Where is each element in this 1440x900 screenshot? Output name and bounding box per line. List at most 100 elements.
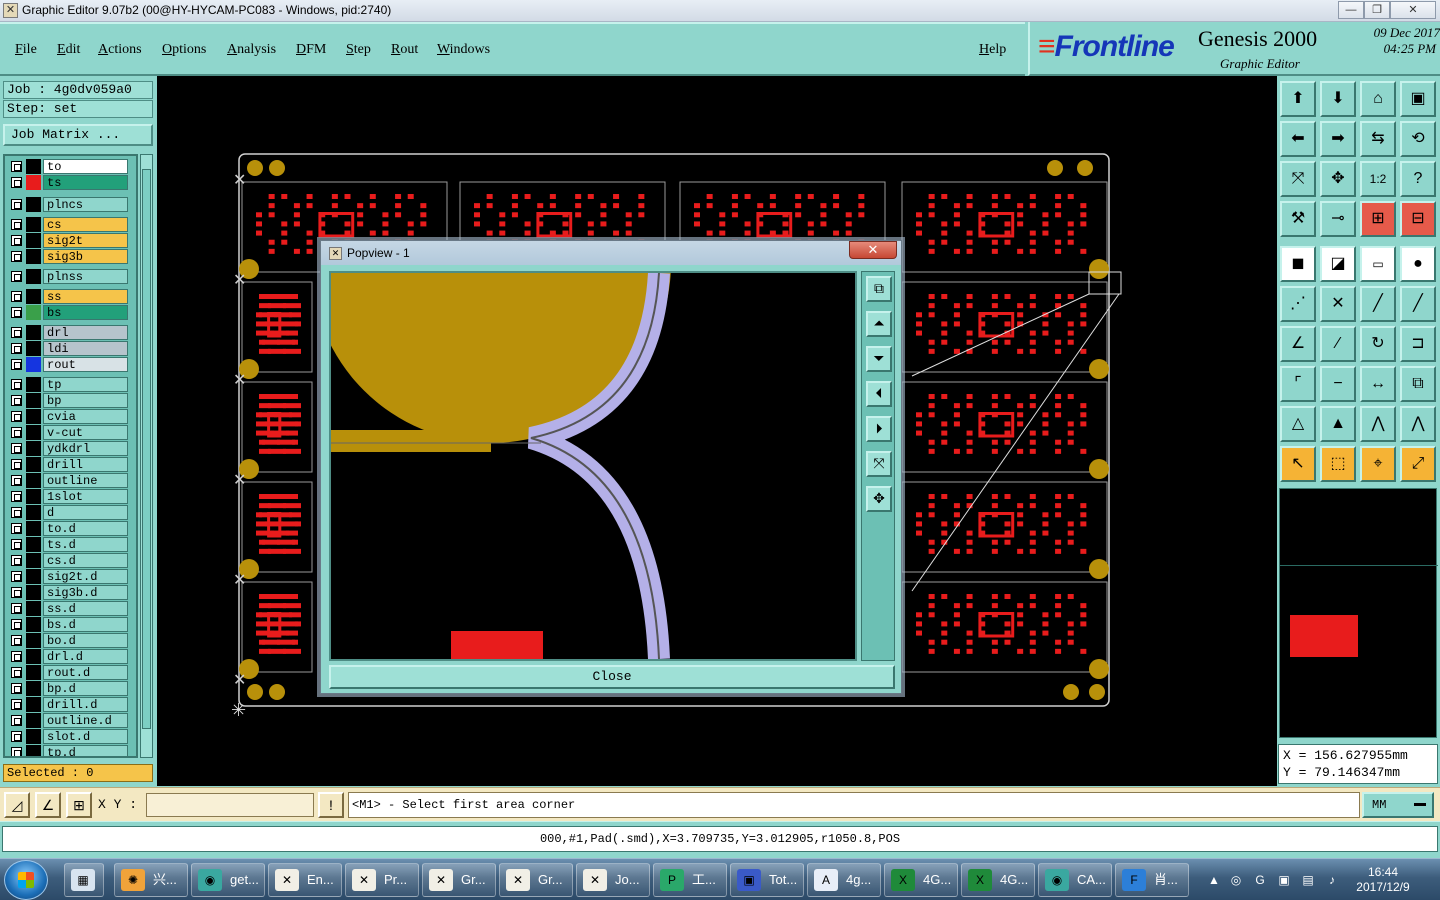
layer-name[interactable]: d [43, 505, 128, 520]
layer-row-rout.d[interactable]: rout.d [7, 665, 128, 680]
layer-name[interactable]: ts [43, 175, 128, 190]
layer-color-swatch[interactable] [26, 269, 41, 284]
layer-checkbox[interactable] [11, 379, 22, 390]
layer-name[interactable]: slot.d [43, 729, 128, 744]
snap-icon[interactable]: ◿ [4, 792, 30, 818]
layer-row-d[interactable]: d [7, 505, 128, 520]
layer-checkbox[interactable] [11, 427, 22, 438]
layer-color-swatch[interactable] [26, 305, 41, 320]
layer-name[interactable]: sig2t.d [43, 569, 128, 584]
tray-expand-icon[interactable]: ▲ [1206, 872, 1222, 888]
alert-icon[interactable]: ! [318, 792, 344, 818]
net-highlight-icon[interactable]: ⊞ [1360, 201, 1396, 237]
arc-icon[interactable]: ↻ [1360, 326, 1396, 362]
layer-checkbox[interactable] [11, 603, 22, 614]
menu-windows[interactable]: Windows [437, 42, 490, 58]
layer-name[interactable]: outline.d [43, 713, 128, 728]
pan-down-icon[interactable]: ⏷ [866, 346, 892, 372]
taskbar-item[interactable]: A 4g... [807, 863, 881, 897]
layer-checkbox[interactable] [11, 683, 22, 694]
layer-name[interactable]: outline [43, 473, 128, 488]
minimap[interactable] [1279, 488, 1438, 738]
taskbar-item[interactable]: ◉ get... [191, 863, 265, 897]
minimize-button[interactable]: — [1338, 1, 1364, 19]
grid-icon[interactable]: ⊞ [66, 792, 92, 818]
layer-name[interactable]: bo.d [43, 633, 128, 648]
menu-dfm[interactable]: DFM [296, 42, 326, 58]
layer-name[interactable]: bp [43, 393, 128, 408]
layer-checkbox[interactable] [11, 359, 22, 370]
layer-name[interactable]: ss.d [43, 601, 128, 616]
layer-checkbox[interactable] [11, 699, 22, 710]
layer-name[interactable]: to.d [43, 521, 128, 536]
layer-name[interactable]: ss [43, 289, 128, 304]
view-left-icon[interactable]: ⬅ [1280, 121, 1316, 157]
layer-row-cs[interactable]: cs [7, 217, 128, 232]
taskbar-clock[interactable]: 16:44 2017/12/9 [1348, 865, 1418, 895]
circle-icon[interactable]: ● [1400, 246, 1436, 282]
layer-color-swatch[interactable] [26, 681, 41, 696]
layer-row-outline.d[interactable]: outline.d [7, 713, 128, 728]
pan-left-icon[interactable]: ⏴ [866, 381, 892, 407]
layer-checkbox[interactable] [11, 459, 22, 470]
layer-checkbox[interactable] [11, 251, 22, 262]
layer-name[interactable]: sig3b.d [43, 585, 128, 600]
layer-color-icon[interactable]: ◪ [1320, 246, 1356, 282]
taskbar-item[interactable]: ✕ Pr... [345, 863, 419, 897]
layer-row-v-cut[interactable]: v-cut [7, 425, 128, 440]
menu-rout[interactable]: Rout [391, 42, 418, 58]
angle-snap-icon[interactable]: ∠ [35, 792, 61, 818]
layer-row-ts[interactable]: ts [7, 175, 128, 190]
select-lasso-icon[interactable]: ⌖ [1360, 446, 1396, 482]
select-net-icon[interactable]: ⤢ [1400, 446, 1436, 482]
layer-name[interactable]: bs.d [43, 617, 128, 632]
layer-checkbox[interactable] [11, 539, 22, 550]
layer-name[interactable]: rout.d [43, 665, 128, 680]
pan-right-icon[interactable]: ⏵ [866, 416, 892, 442]
layer-name[interactable]: rout [43, 357, 128, 372]
cross-icon[interactable]: ✕ [1320, 286, 1356, 322]
tray-app-icon[interactable]: ▣ [1276, 872, 1292, 888]
layer-row-ldi[interactable]: ldi [7, 341, 128, 356]
zoom-extents-icon[interactable]: ⤧ [1280, 161, 1316, 197]
window-icon[interactable]: ▣ [1400, 81, 1436, 117]
layer-row-ss.d[interactable]: ss.d [7, 601, 128, 616]
layer-color-swatch[interactable] [26, 289, 41, 304]
popview-viewport[interactable] [329, 271, 857, 661]
measure-icon[interactable]: ⚒ [1280, 201, 1316, 237]
layer-row-drill[interactable]: drill [7, 457, 128, 472]
layer-name[interactable]: bs [43, 305, 128, 320]
layer-color-swatch[interactable] [26, 197, 41, 212]
layer-color-swatch[interactable] [26, 441, 41, 456]
popview-title-bar[interactable]: ✕ Popview - 1 [321, 241, 901, 265]
zoom-window-icon[interactable]: ⧉ [866, 276, 892, 302]
layer-row-to[interactable]: to [7, 159, 128, 174]
net-clear-icon[interactable]: ⊟ [1400, 201, 1436, 237]
view-top-icon[interactable]: ⬆ [1280, 81, 1316, 117]
layer-checkbox[interactable] [11, 651, 22, 662]
triangle-up-icon[interactable]: ▲ [1320, 406, 1356, 442]
zoom-home-icon[interactable]: ✥ [866, 486, 892, 512]
layer-name[interactable]: drill [43, 457, 128, 472]
layer-row-ss[interactable]: ss [7, 289, 128, 304]
layer-checkbox[interactable] [11, 587, 22, 598]
layer-color-swatch[interactable] [26, 505, 41, 520]
layer-row-bo.d[interactable]: bo.d [7, 633, 128, 648]
layer-color-swatch[interactable] [26, 457, 41, 472]
layer-row-cs.d[interactable]: cs.d [7, 553, 128, 568]
layer-row-slot.d[interactable]: slot.d [7, 729, 128, 744]
layer-checkbox[interactable] [11, 475, 22, 486]
close-button[interactable]: ✕ [1390, 1, 1436, 19]
layer-name[interactable]: cs [43, 217, 128, 232]
flip-icon[interactable]: ⟲ [1400, 121, 1436, 157]
pan-up-icon[interactable]: ⏶ [866, 311, 892, 337]
home-icon[interactable]: ⌂ [1360, 81, 1396, 117]
layer-row-plnss[interactable]: plnss [7, 269, 128, 284]
help-icon[interactable]: ? [1400, 161, 1436, 197]
layer-row-drill.d[interactable]: drill.d [7, 697, 128, 712]
job-matrix-button[interactable]: Job Matrix ... [3, 124, 153, 146]
layer-color-swatch[interactable] [26, 601, 41, 616]
layer-row-ydkdrl[interactable]: ydkdrl [7, 441, 128, 456]
layer-color-swatch[interactable] [26, 325, 41, 340]
corner-icon[interactable]: ⌜ [1280, 366, 1316, 402]
